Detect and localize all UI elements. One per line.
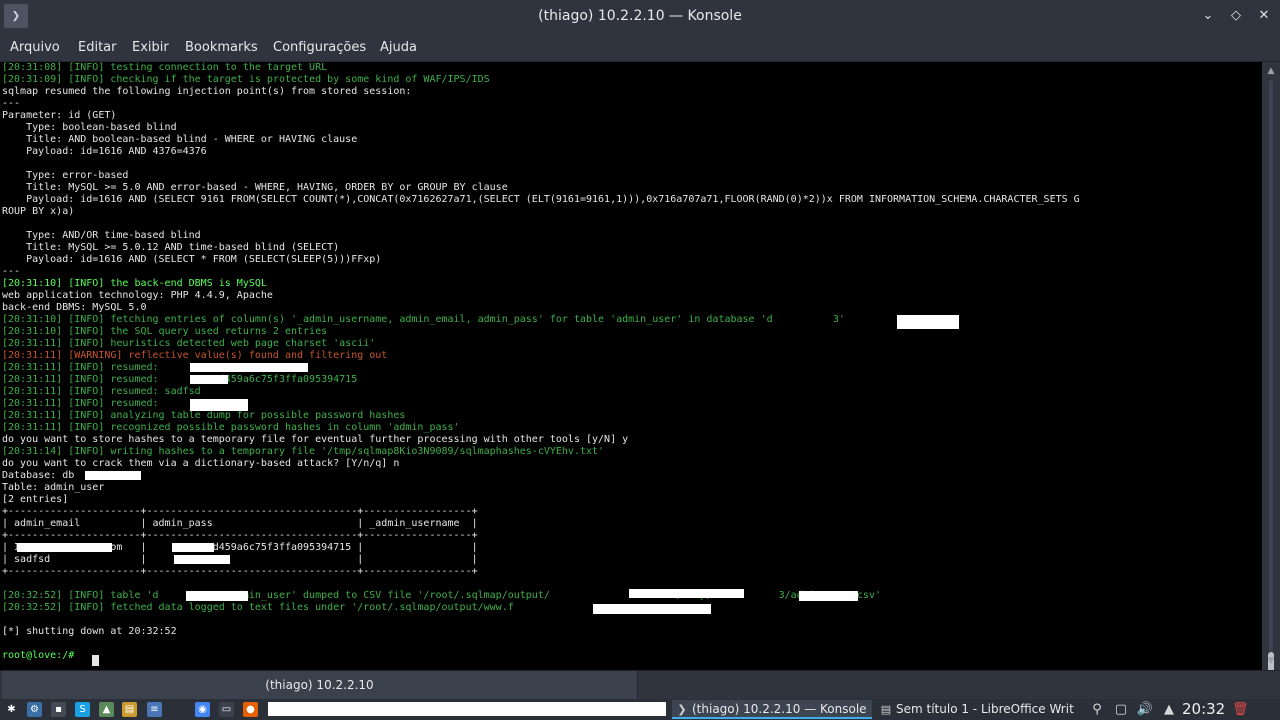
monitor-icon[interactable]: ▲ xyxy=(99,702,114,717)
terminal-line: ROUP BY x)a) xyxy=(2,206,75,217)
redaction-box xyxy=(799,591,858,601)
terminal-line: Payload: id=1616 AND 4376=4376 xyxy=(2,146,207,157)
terminal-line: Type: AND/OR time-based blind xyxy=(2,230,201,241)
menubar: Arquivo Editar Exibir Bookmarks Configur… xyxy=(0,33,1280,62)
taskbar: ❯ (thiago) 10.2.2.10 — Konsole ▤ Sem tít… xyxy=(0,699,1280,720)
terminal-line: [20:31:11] [INFO] analyzing table dump f… xyxy=(2,410,406,421)
terminal-line: [20:31:11] [INFO] resumed: 7957d459a6c75… xyxy=(2,374,358,385)
terminal-line: Type: boolean-based blind xyxy=(2,122,177,133)
tab-label: (thiago) 10.2.2.10 xyxy=(265,678,374,692)
terminal-line: Payload: id=1616 AND (SELECT * FROM (SEL… xyxy=(2,254,382,265)
terminal-line: [20:31:11] [INFO] recognized possible pa… xyxy=(2,422,460,433)
tray-expand-icon[interactable]: ▲ xyxy=(1160,701,1178,718)
document-icon[interactable]: ≡ xyxy=(147,702,162,717)
maximize-icon[interactable]: ◇ xyxy=(1226,6,1246,26)
window-title: (thiago) 10.2.2.10 — Konsole xyxy=(538,8,742,24)
scroll-down-icon[interactable]: ▼ xyxy=(1262,654,1280,668)
terminal-line: [2 entries] xyxy=(2,494,69,505)
redaction-box xyxy=(190,363,308,372)
terminal-line: root@love:/# xyxy=(2,650,81,661)
redaction-box xyxy=(897,315,959,329)
tab-session[interactable]: (thiago) 10.2.2.10 xyxy=(2,671,638,699)
terminal-line: --- xyxy=(2,266,21,277)
terminal-line: [20:31:10] [INFO] the back-end DBMS is M… xyxy=(2,278,267,289)
konsole-tabbar: (thiago) 10.2.2.10 xyxy=(0,670,1280,699)
minimize-icon[interactable]: ⌄ xyxy=(1198,6,1218,26)
terminal-line: do you want to store hashes to a tempora… xyxy=(2,434,629,445)
terminal-launcher-icon[interactable]: ▪ xyxy=(51,702,66,717)
task-label: Sem título 1 - LibreOffice Writer xyxy=(896,702,1074,716)
menu-configuracoes[interactable]: Configurações xyxy=(273,33,366,62)
terminal-line: [20:31:14] [INFO] writing hashes to a te… xyxy=(2,446,605,457)
task-konsole[interactable]: ❯ (thiago) 10.2.2.10 — Konsole xyxy=(672,700,872,719)
archive-icon[interactable]: ▤ xyxy=(122,702,137,717)
redaction-box xyxy=(268,702,666,716)
terminal-line: +----------------------+----------------… xyxy=(2,530,478,541)
menu-editar[interactable]: Editar xyxy=(78,33,117,62)
konsole-task-icon: ❯ xyxy=(677,703,687,716)
menu-arquivo[interactable]: Arquivo xyxy=(10,33,60,62)
files-icon[interactable]: ▭ xyxy=(219,702,234,717)
network-icon[interactable]: ⚲ xyxy=(1088,701,1106,718)
terminal-line: sqlmap resumed the following injection p… xyxy=(2,86,412,97)
terminal-line: Payload: id=1616 AND (SELECT 9161 FROM(S… xyxy=(2,194,1080,205)
terminal-line: [20:31:08] [INFO] testing connection to … xyxy=(2,62,328,73)
close-icon[interactable]: ✕ xyxy=(1254,6,1274,26)
terminal-line: [*] shutting down at 20:32:52 xyxy=(2,626,177,637)
volume-icon[interactable]: 🔊 xyxy=(1136,701,1154,718)
app-menu-icon[interactable]: ✱ xyxy=(4,702,19,717)
scroll-track[interactable] xyxy=(1269,80,1273,652)
terminal-line: Title: MySQL >= 5.0.12 AND time-based bl… xyxy=(2,242,340,253)
trash-icon[interactable]: 🗑 xyxy=(1232,701,1249,718)
task-libreoffice[interactable]: ▤ Sem título 1 - LibreOffice Writer xyxy=(876,700,1074,719)
terminal-line: [20:32:52] [INFO] fetched data logged to… xyxy=(2,602,514,613)
terminal-line: Parameter: id (GET) xyxy=(2,110,117,121)
terminal-line: [20:31:10] [INFO] the SQL query used ret… xyxy=(2,326,328,337)
terminal-line: Title: AND boolean-based blind - WHERE o… xyxy=(2,134,358,145)
skype-icon[interactable]: S xyxy=(75,702,90,717)
terminal-scrollbar[interactable]: ▲ ▼ xyxy=(1262,62,1280,712)
terminal-line: [20:31:11] [INFO] resumed: sadfsd xyxy=(2,386,201,397)
chrome-icon[interactable]: ◉ xyxy=(195,702,210,717)
updates-icon[interactable]: ▢ xyxy=(1112,701,1130,718)
terminal-line: [20:31:10] [INFO] fetching entries of co… xyxy=(2,314,845,325)
terminal-line: --- xyxy=(2,98,21,109)
terminal-line: +----------------------+----------------… xyxy=(2,566,478,577)
menu-bookmarks[interactable]: Bookmarks xyxy=(185,33,258,62)
scroll-up-icon[interactable]: ▲ xyxy=(1262,64,1280,78)
firefox-icon[interactable]: ● xyxy=(243,702,258,717)
terminal-line: [20:32:52] [INFO] table 'd 3.admin_user'… xyxy=(2,590,881,601)
redaction-box xyxy=(85,471,141,480)
redaction-box xyxy=(172,543,214,552)
terminal-line: Type: error-based xyxy=(2,170,129,181)
redaction-box xyxy=(190,375,228,384)
terminal-line: Table: admin_user xyxy=(2,482,105,493)
redaction-box xyxy=(17,543,112,552)
terminal-line: | sadfsd | 3 | | xyxy=(2,554,478,565)
redaction-box xyxy=(174,555,230,564)
terminal-line: [20:31:11] [INFO] heuristics detected we… xyxy=(2,338,376,349)
redaction-box xyxy=(190,399,248,411)
terminal-line: [20:31:11] [WARNING] reflective value(s)… xyxy=(2,350,388,361)
terminal-line: Title: MySQL >= 5.0 AND error-based - WH… xyxy=(2,182,508,193)
terminal-line: web application technology: PHP 4.4.9, A… xyxy=(2,290,273,301)
terminal-cursor xyxy=(92,655,99,666)
redaction-box xyxy=(186,591,248,601)
terminal-line: do you want to crack them via a dictiona… xyxy=(2,458,400,469)
menu-exibir[interactable]: Exibir xyxy=(132,33,169,62)
terminal-line: +----------------------+----------------… xyxy=(2,506,478,517)
terminal-line: [20:31:11] [INFO] resumed: 3 xyxy=(2,398,219,409)
window-titlebar: ❯ (thiago) 10.2.2.10 — Konsole ⌄ ◇ ✕ xyxy=(0,0,1280,33)
redaction-box xyxy=(593,604,711,614)
terminal-line: [20:31:09] [INFO] checking if the target… xyxy=(2,74,490,85)
terminal-line: back-end DBMS: MySQL 5.0 xyxy=(2,302,147,313)
menu-ajuda[interactable]: Ajuda xyxy=(380,33,417,62)
redaction-box xyxy=(629,589,744,598)
terminal-line: | admin_email | admin_pass | _admin_user… xyxy=(2,518,478,529)
settings-icon[interactable]: ⚙ xyxy=(27,702,42,717)
clock[interactable]: 20:32 xyxy=(1182,699,1225,720)
task-label: (thiago) 10.2.2.10 — Konsole xyxy=(692,702,867,716)
writer-task-icon: ▤ xyxy=(880,703,892,716)
